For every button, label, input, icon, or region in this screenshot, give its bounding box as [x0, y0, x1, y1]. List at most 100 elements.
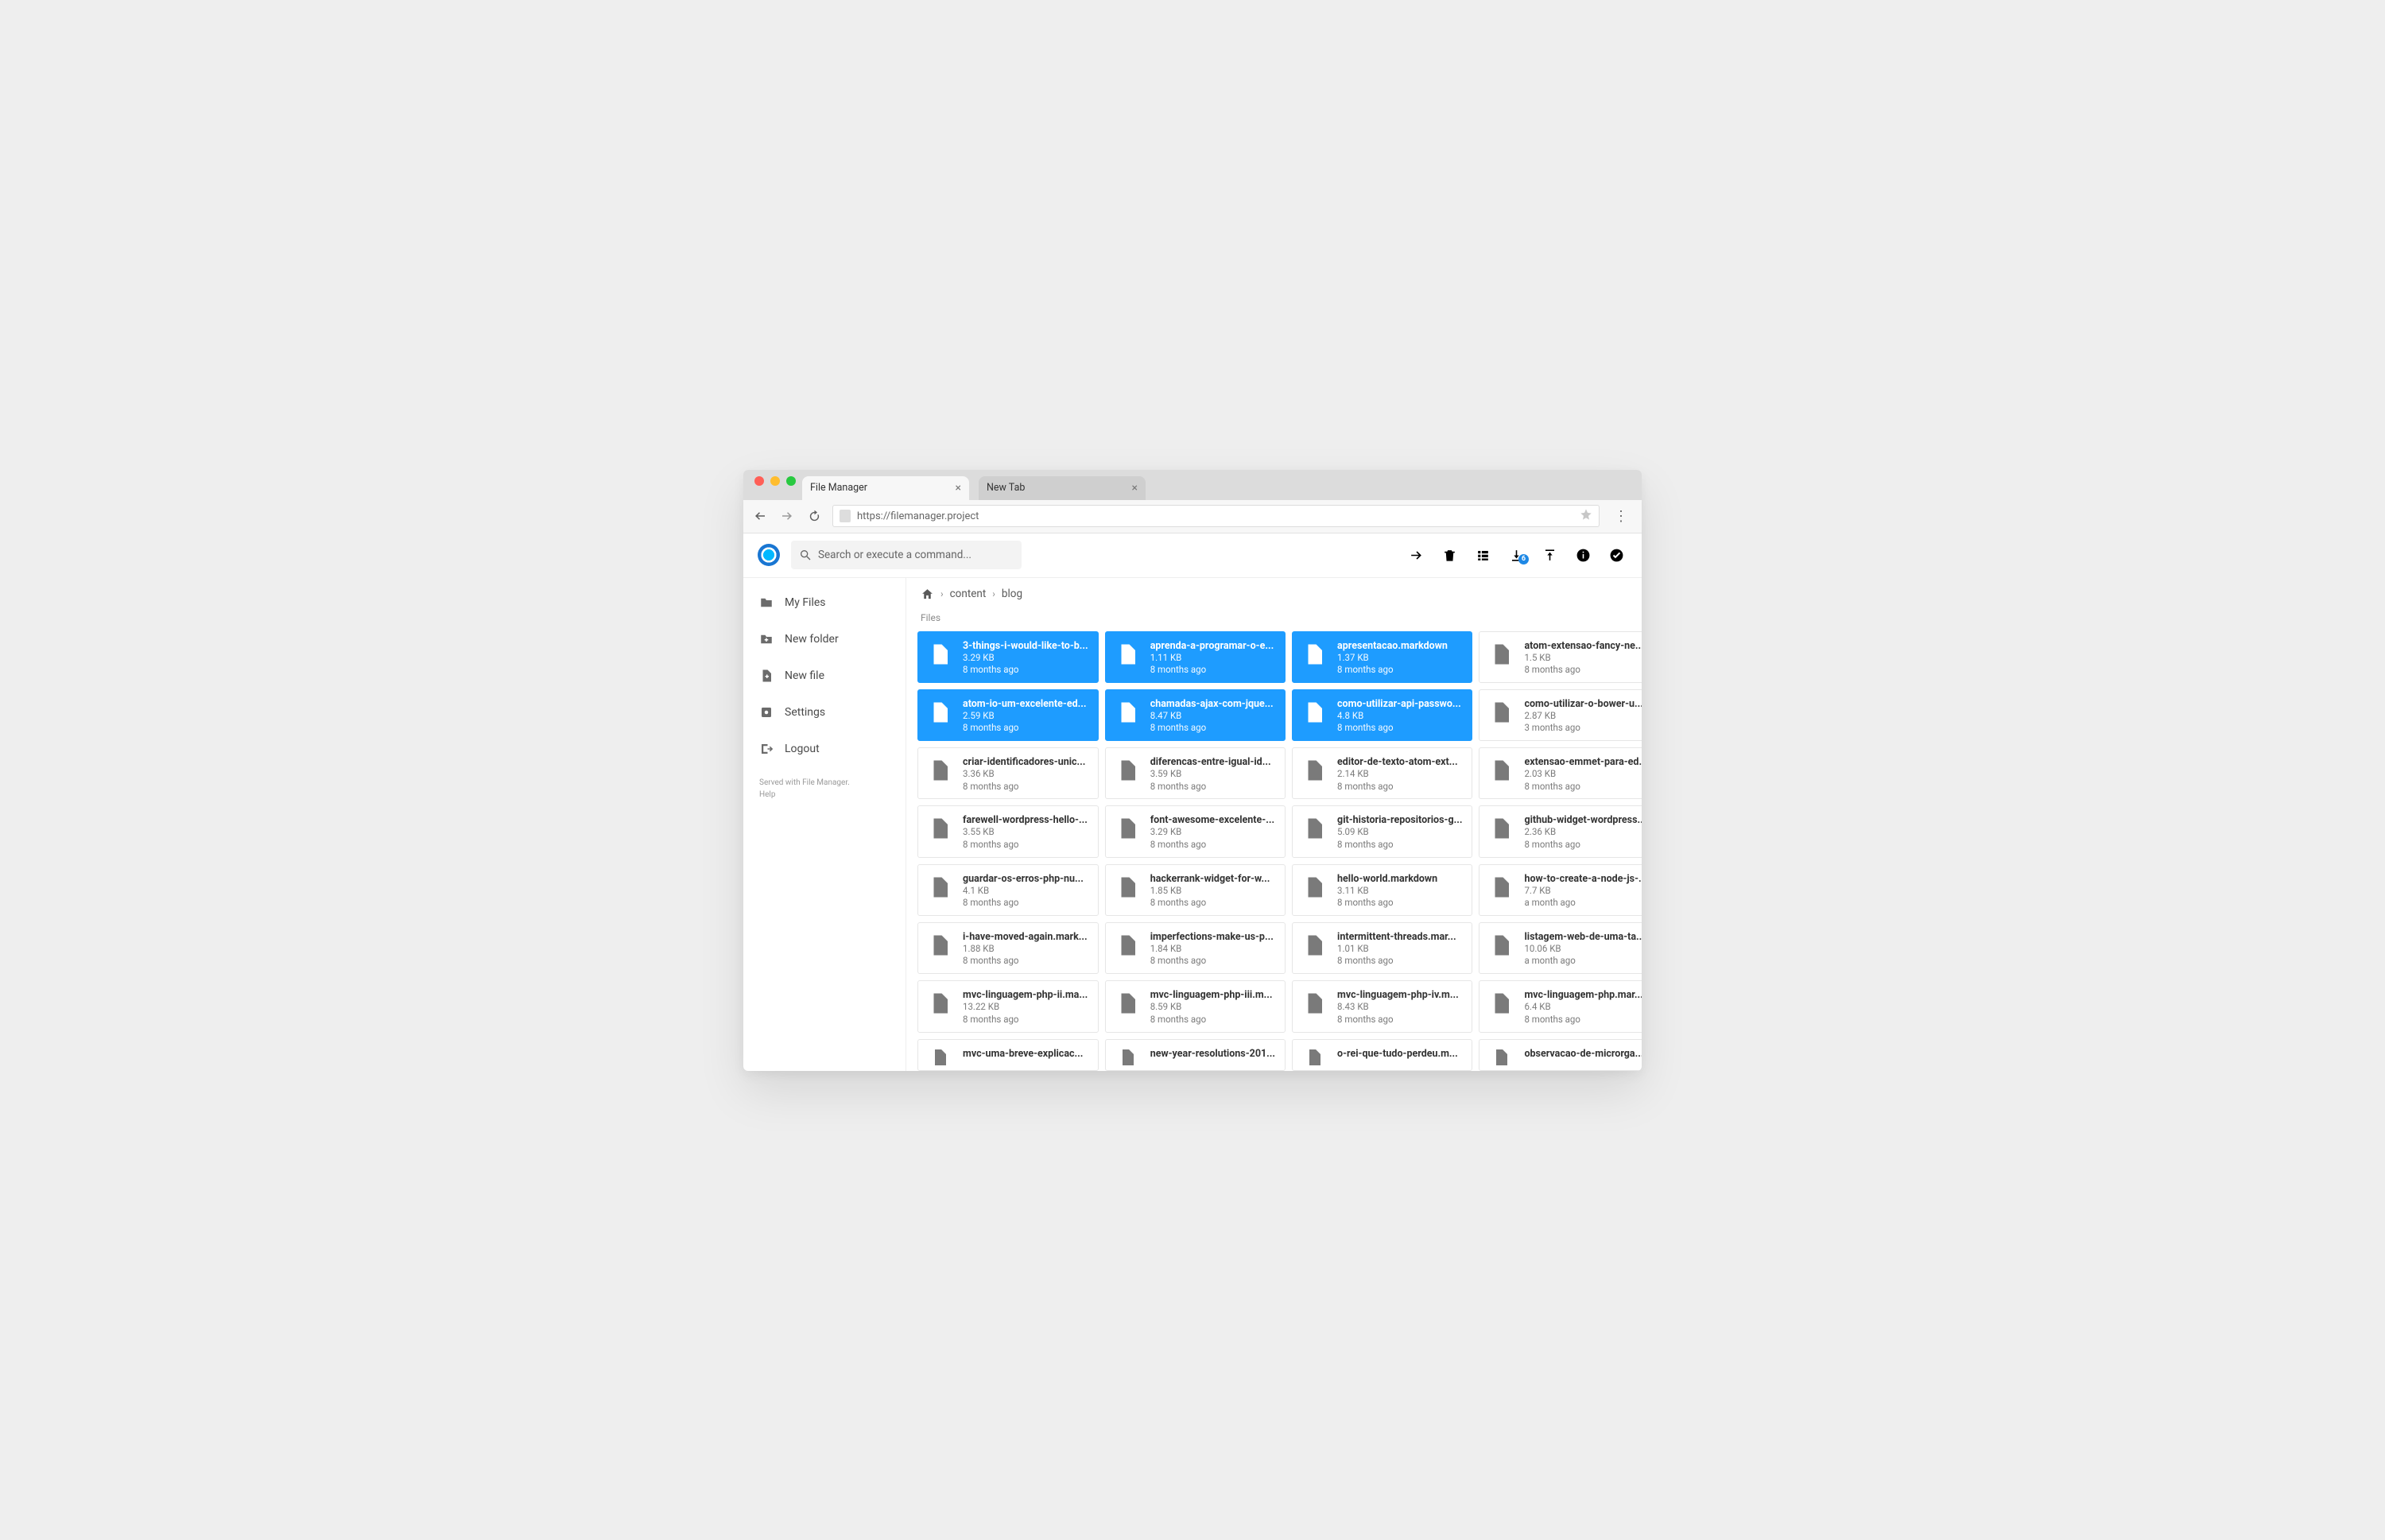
file-card[interactable]: mvc-linguagem-php-iv.m... 8.43 KB 8 mont… — [1292, 980, 1472, 1032]
file-name: 3-things-i-would-like-to-b... — [963, 640, 1088, 652]
file-icon — [928, 698, 953, 730]
view-list-button[interactable] — [1472, 548, 1494, 563]
file-icon — [928, 873, 953, 905]
file-name: mvc-linguagem-php-iii.m... — [1150, 989, 1275, 1001]
file-card[interactable]: criar-identificadores-unic... 3.36 KB 8 … — [917, 747, 1099, 799]
maximize-window-button[interactable] — [786, 476, 796, 486]
file-card[interactable]: hackerrank-widget-for-w... 1.85 KB 8 mon… — [1105, 864, 1286, 916]
file-card[interactable]: atom-extensao-fancy-ne... 1.5 KB 8 month… — [1479, 631, 1642, 683]
breadcrumb-segment[interactable]: content — [950, 588, 987, 600]
file-name: aprenda-a-programar-o-e... — [1150, 640, 1275, 652]
close-tab-icon[interactable]: × — [1132, 482, 1138, 495]
nav-reload-button[interactable] — [805, 510, 823, 523]
file-card[interactable]: aprenda-a-programar-o-e... 1.11 KB 8 mon… — [1105, 631, 1286, 683]
section-label: Files — [906, 607, 1642, 628]
file-card[interactable]: atom-io-um-excelente-ed... 2.59 KB 8 mon… — [917, 689, 1099, 741]
file-card[interactable]: intermittent-threads.mar... 1.01 KB 8 mo… — [1292, 922, 1472, 974]
file-icon — [1302, 640, 1328, 672]
file-icon — [1302, 756, 1328, 788]
file-card[interactable]: i-have-moved-again.mark... 1.88 KB 8 mon… — [917, 922, 1099, 974]
sidebar-item-newfolder[interactable]: New folder — [743, 621, 906, 658]
file-card[interactable]: imperfections-make-us-p... 1.84 KB 8 mon… — [1105, 922, 1286, 974]
file-card[interactable]: 3-things-i-would-like-to-b... 3.29 KB 8 … — [917, 631, 1099, 683]
sidebar-item-myfiles[interactable]: My Files — [743, 584, 906, 621]
file-card[interactable]: extensao-emmet-para-ed... 2.03 KB 8 mont… — [1479, 747, 1642, 799]
folder-icon — [759, 595, 774, 610]
file-card[interactable]: como-utilizar-o-bower-u... 2.87 KB 3 mon… — [1479, 689, 1642, 741]
file-name: atom-extensao-fancy-ne... — [1524, 640, 1642, 652]
file-name: font-awesome-excelente-... — [1150, 814, 1275, 826]
file-date: 8 months ago — [963, 839, 1088, 851]
upload-button[interactable] — [1538, 548, 1561, 563]
close-tab-icon[interactable]: × — [956, 482, 961, 495]
file-card[interactable]: apresentacao.markdown 1.37 KB 8 months a… — [1292, 631, 1472, 683]
download-button[interactable]: 6 — [1505, 548, 1527, 563]
newfolder-icon — [759, 632, 774, 646]
file-card[interactable]: how-to-create-a-node-js-... 7.7 KB a mon… — [1479, 864, 1642, 916]
app-logo[interactable] — [758, 544, 780, 566]
check-circle-icon — [1609, 548, 1624, 563]
file-card[interactable]: guardar-os-erros-php-nu... 4.1 KB 8 mont… — [917, 864, 1099, 916]
file-card[interactable]: new-year-resolutions-201... — [1105, 1039, 1286, 1071]
file-name: guardar-os-erros-php-nu... — [963, 873, 1088, 885]
file-card[interactable]: font-awesome-excelente-... 3.29 KB 8 mon… — [1105, 805, 1286, 857]
browser-menu-button[interactable]: ⋮ — [1609, 508, 1634, 525]
file-date: 8 months ago — [1337, 664, 1462, 677]
browser-tab[interactable]: New Tab × — [979, 476, 1146, 500]
file-card[interactable]: mvc-linguagem-php.mar... 6.4 KB 8 months… — [1479, 980, 1642, 1032]
breadcrumb-segment[interactable]: blog — [1002, 588, 1022, 600]
file-card[interactable]: chamadas-ajax-com-jque... 8.47 KB 8 mont… — [1105, 689, 1286, 741]
file-size: 3.36 KB — [963, 768, 1088, 781]
nav-back-button[interactable] — [751, 509, 769, 523]
file-size: 3.29 KB — [1150, 826, 1275, 839]
delete-button[interactable] — [1438, 548, 1460, 563]
file-icon — [1115, 1048, 1141, 1070]
download-badge: 6 — [1518, 554, 1529, 564]
file-card[interactable]: hello-world.markdown 3.11 KB 8 months ag… — [1292, 864, 1472, 916]
file-date: 8 months ago — [1150, 781, 1275, 793]
file-date: 8 months ago — [963, 722, 1088, 735]
nav-forward-button[interactable] — [778, 509, 796, 523]
footer-help-link[interactable]: Help — [759, 789, 890, 801]
move-button[interactable] — [1405, 548, 1427, 563]
file-card[interactable]: mvc-linguagem-php-ii.ma... 13.22 KB 8 mo… — [917, 980, 1099, 1032]
minimize-window-button[interactable] — [770, 476, 780, 486]
search-input[interactable]: Search or execute a command... — [791, 541, 1022, 569]
file-size: 1.88 KB — [963, 943, 1088, 956]
close-window-button[interactable] — [754, 476, 764, 486]
sidebar-item-newfile[interactable]: New file — [743, 658, 906, 694]
file-card[interactable]: observacao-de-microrga... — [1479, 1039, 1642, 1071]
file-size: 1.37 KB — [1337, 652, 1462, 665]
file-size: 4.1 KB — [963, 885, 1088, 898]
info-button[interactable] — [1572, 548, 1594, 563]
logout-icon — [759, 742, 774, 756]
file-card[interactable]: como-utilizar-api-passwo... 4.8 KB 8 mon… — [1292, 689, 1472, 741]
main-panel: ›content›blog Files 3-things-i-would-lik… — [906, 578, 1642, 1071]
file-card[interactable]: farewell-wordpress-hello-... 3.55 KB 8 m… — [917, 805, 1099, 857]
file-icon — [1489, 1048, 1514, 1070]
file-size: 7.7 KB — [1524, 885, 1642, 898]
file-size: 1.85 KB — [1150, 885, 1275, 898]
file-name: como-utilizar-api-passwo... — [1337, 698, 1462, 710]
page-icon — [840, 510, 851, 522]
file-card[interactable]: editor-de-texto-atom-ext... 2.14 KB 8 mo… — [1292, 747, 1472, 799]
info-icon — [1576, 548, 1591, 563]
file-card[interactable]: github-widget-wordpress.... 2.36 KB 8 mo… — [1479, 805, 1642, 857]
file-date: 8 months ago — [1150, 839, 1275, 851]
file-card[interactable]: listagem-web-de-uma-ta... 10.06 KB a mon… — [1479, 922, 1642, 974]
sidebar-item-logout[interactable]: Logout — [743, 731, 906, 767]
address-bar[interactable]: https://filemanager.project — [832, 505, 1600, 527]
tab-title: New Tab — [987, 482, 1025, 494]
file-card[interactable]: mvc-linguagem-php-iii.m... 8.59 KB 8 mon… — [1105, 980, 1286, 1032]
browser-tab[interactable]: File Manager× — [802, 476, 969, 500]
file-card[interactable]: mvc-uma-breve-explicac... — [917, 1039, 1099, 1071]
file-card[interactable]: o-rei-que-tudo-perdeu.m... — [1292, 1039, 1472, 1071]
bookmark-star-icon[interactable] — [1580, 508, 1592, 524]
select-all-button[interactable] — [1605, 548, 1627, 563]
sidebar: My FilesNew folderNew fileSettingsLogout… — [743, 578, 906, 1071]
file-card[interactable]: git-historia-repositorios-g... 5.09 KB 8… — [1292, 805, 1472, 857]
sidebar-item-settings[interactable]: Settings — [743, 694, 906, 731]
file-card[interactable]: diferencas-entre-igual-id... 3.59 KB 8 m… — [1105, 747, 1286, 799]
settings-icon — [759, 705, 774, 720]
home-icon[interactable] — [921, 588, 934, 601]
